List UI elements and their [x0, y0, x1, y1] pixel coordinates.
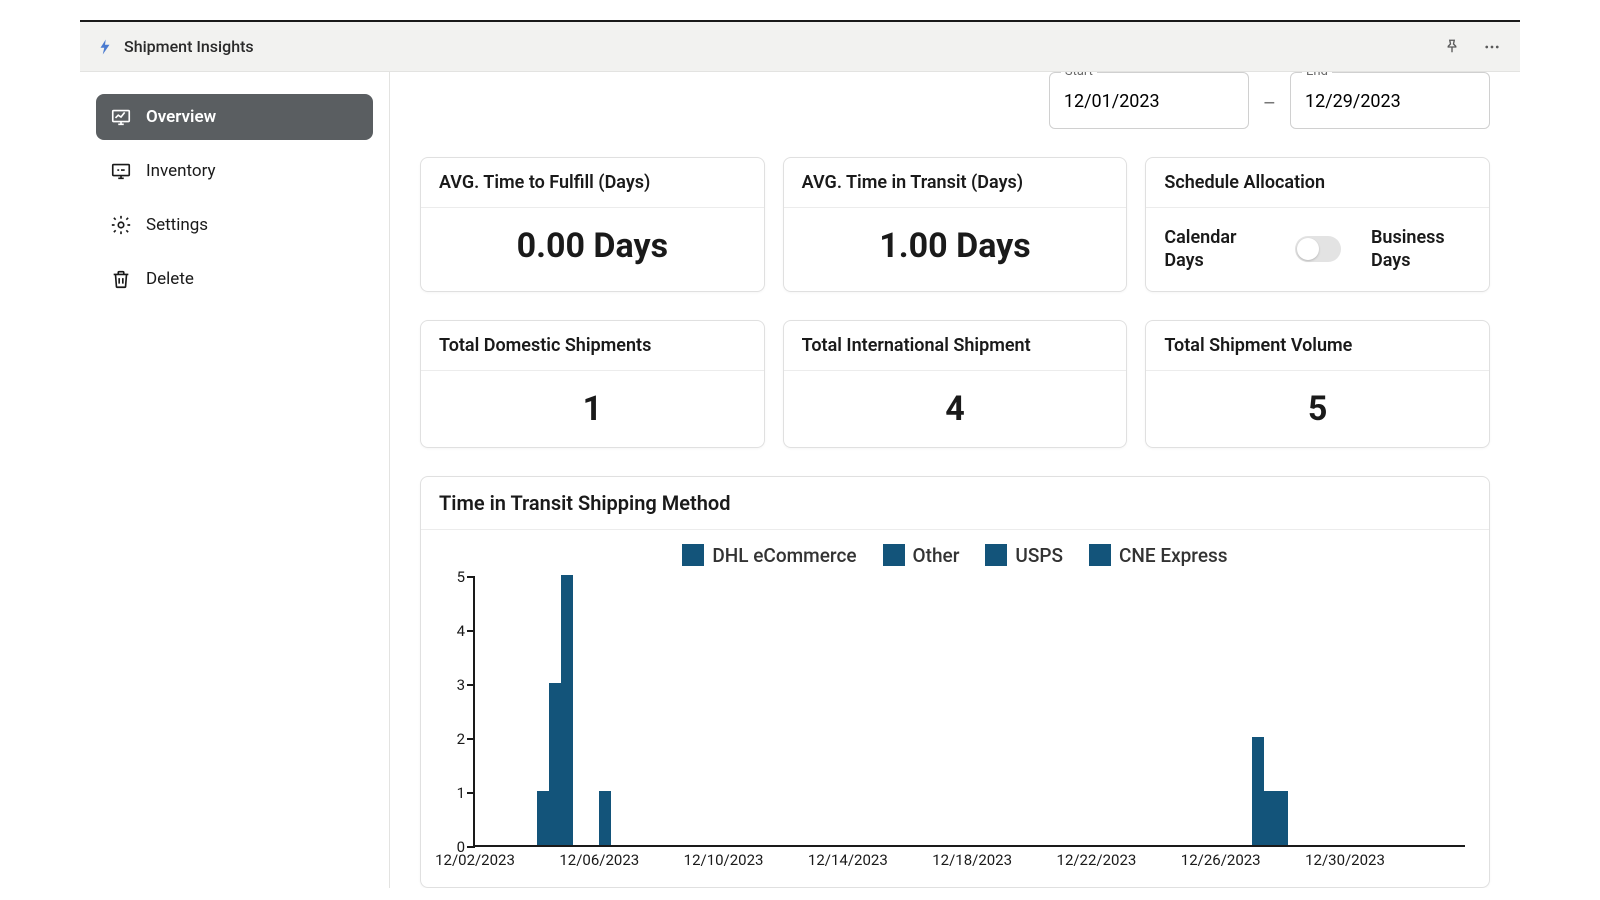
- inventory-icon: [110, 160, 132, 182]
- y-tick-label: 3: [457, 676, 465, 694]
- y-tick-label: 4: [457, 622, 465, 640]
- x-tick-label: 12/06/2023: [559, 851, 639, 869]
- x-tick-label: 12/02/2023: [435, 851, 515, 869]
- date-range-separator: –: [1263, 91, 1276, 115]
- legend-item[interactable]: Other: [883, 544, 960, 567]
- legend-swatch-icon: [1089, 544, 1111, 566]
- sidebar-item-inventory[interactable]: Inventory: [96, 148, 373, 194]
- card-domestic-shipments: Total Domestic Shipments 1: [420, 320, 765, 448]
- card-shipment-volume: Total Shipment Volume 5: [1145, 320, 1490, 448]
- card-schedule-allocation: Schedule Allocation Calendar Days Busine…: [1145, 157, 1490, 292]
- chart-bar[interactable]: [1252, 737, 1264, 845]
- card-title: AVG. Time in Transit (Days): [784, 158, 1127, 208]
- more-button[interactable]: [1480, 35, 1504, 59]
- card-title: Schedule Allocation: [1146, 158, 1489, 208]
- date-range: Start – End: [420, 72, 1490, 129]
- chart-bar[interactable]: [1276, 791, 1288, 845]
- x-tick-label: 12/26/2023: [1181, 851, 1261, 869]
- card-title: Total Domestic Shipments: [421, 321, 764, 371]
- card-value: 5: [1146, 371, 1489, 447]
- sidebar-item-overview[interactable]: Overview: [96, 94, 373, 140]
- card-value: 1: [421, 371, 764, 447]
- y-tick-label: 5: [457, 568, 465, 586]
- toggle-left-label: Calendar Days: [1164, 226, 1264, 273]
- legend-item[interactable]: USPS: [985, 544, 1063, 567]
- chart-bar[interactable]: [1264, 791, 1276, 845]
- card-title: AVG. Time to Fulfill (Days): [421, 158, 764, 208]
- start-date-label: Start: [1061, 72, 1097, 79]
- card-title: Total Shipment Volume: [1146, 321, 1489, 371]
- y-tick-label: 1: [457, 784, 465, 802]
- y-tick-label: 2: [457, 730, 465, 748]
- start-date-input[interactable]: [1049, 72, 1249, 129]
- x-tick-label: 12/14/2023: [808, 851, 888, 869]
- chart-bar[interactable]: [549, 683, 561, 845]
- sidebar-item-label: Overview: [146, 107, 216, 127]
- sidebar-item-label: Inventory: [146, 161, 216, 181]
- card-value: 0.00 Days: [421, 208, 764, 284]
- schedule-toggle[interactable]: [1295, 236, 1341, 262]
- chart-legend: DHL eCommerce Other USPS CNE Express: [445, 544, 1465, 567]
- chart-bar[interactable]: [561, 575, 573, 845]
- main-content: Start – End AVG. Time to Fulfill (Days) …: [390, 72, 1520, 888]
- sidebar-item-label: Settings: [146, 215, 208, 235]
- sidebar-item-settings[interactable]: Settings: [96, 202, 373, 248]
- card-title: Total International Shipment: [784, 321, 1127, 371]
- card-international-shipments: Total International Shipment 4: [783, 320, 1128, 448]
- chart-plot-area: 012345 12/02/202312/06/202312/10/202312/…: [445, 577, 1465, 877]
- legend-item[interactable]: CNE Express: [1089, 544, 1228, 567]
- sidebar: Overview Inventory Settings Delete: [80, 72, 390, 888]
- page-title: Shipment Insights: [124, 37, 254, 56]
- pin-button[interactable]: [1440, 35, 1464, 59]
- x-tick-label: 12/30/2023: [1305, 851, 1385, 869]
- chart-bar[interactable]: [537, 791, 549, 845]
- x-tick-label: 12/10/2023: [684, 851, 764, 869]
- end-date-label: End: [1302, 72, 1332, 79]
- card-avg-fulfill: AVG. Time to Fulfill (Days) 0.00 Days: [420, 157, 765, 292]
- legend-item[interactable]: DHL eCommerce: [682, 544, 856, 567]
- end-date-input[interactable]: [1290, 72, 1490, 129]
- app-logo-icon: [96, 38, 114, 56]
- chart-bar[interactable]: [599, 791, 611, 845]
- chart-time-in-transit: Time in Transit Shipping Method DHL eCom…: [420, 476, 1490, 888]
- legend-swatch-icon: [883, 544, 905, 566]
- card-value: 4: [784, 371, 1127, 447]
- sidebar-item-delete[interactable]: Delete: [96, 256, 373, 302]
- x-tick-label: 12/18/2023: [932, 851, 1012, 869]
- gear-icon: [110, 214, 132, 236]
- chart-title: Time in Transit Shipping Method: [421, 477, 1489, 530]
- legend-swatch-icon: [682, 544, 704, 566]
- overview-icon: [110, 106, 132, 128]
- toggle-right-label: Business Days: [1371, 226, 1471, 273]
- x-tick-label: 12/22/2023: [1057, 851, 1137, 869]
- sidebar-item-label: Delete: [146, 269, 194, 289]
- legend-swatch-icon: [985, 544, 1007, 566]
- card-avg-transit: AVG. Time in Transit (Days) 1.00 Days: [783, 157, 1128, 292]
- trash-icon: [110, 268, 132, 290]
- titlebar: Shipment Insights: [80, 22, 1520, 72]
- card-value: 1.00 Days: [784, 208, 1127, 284]
